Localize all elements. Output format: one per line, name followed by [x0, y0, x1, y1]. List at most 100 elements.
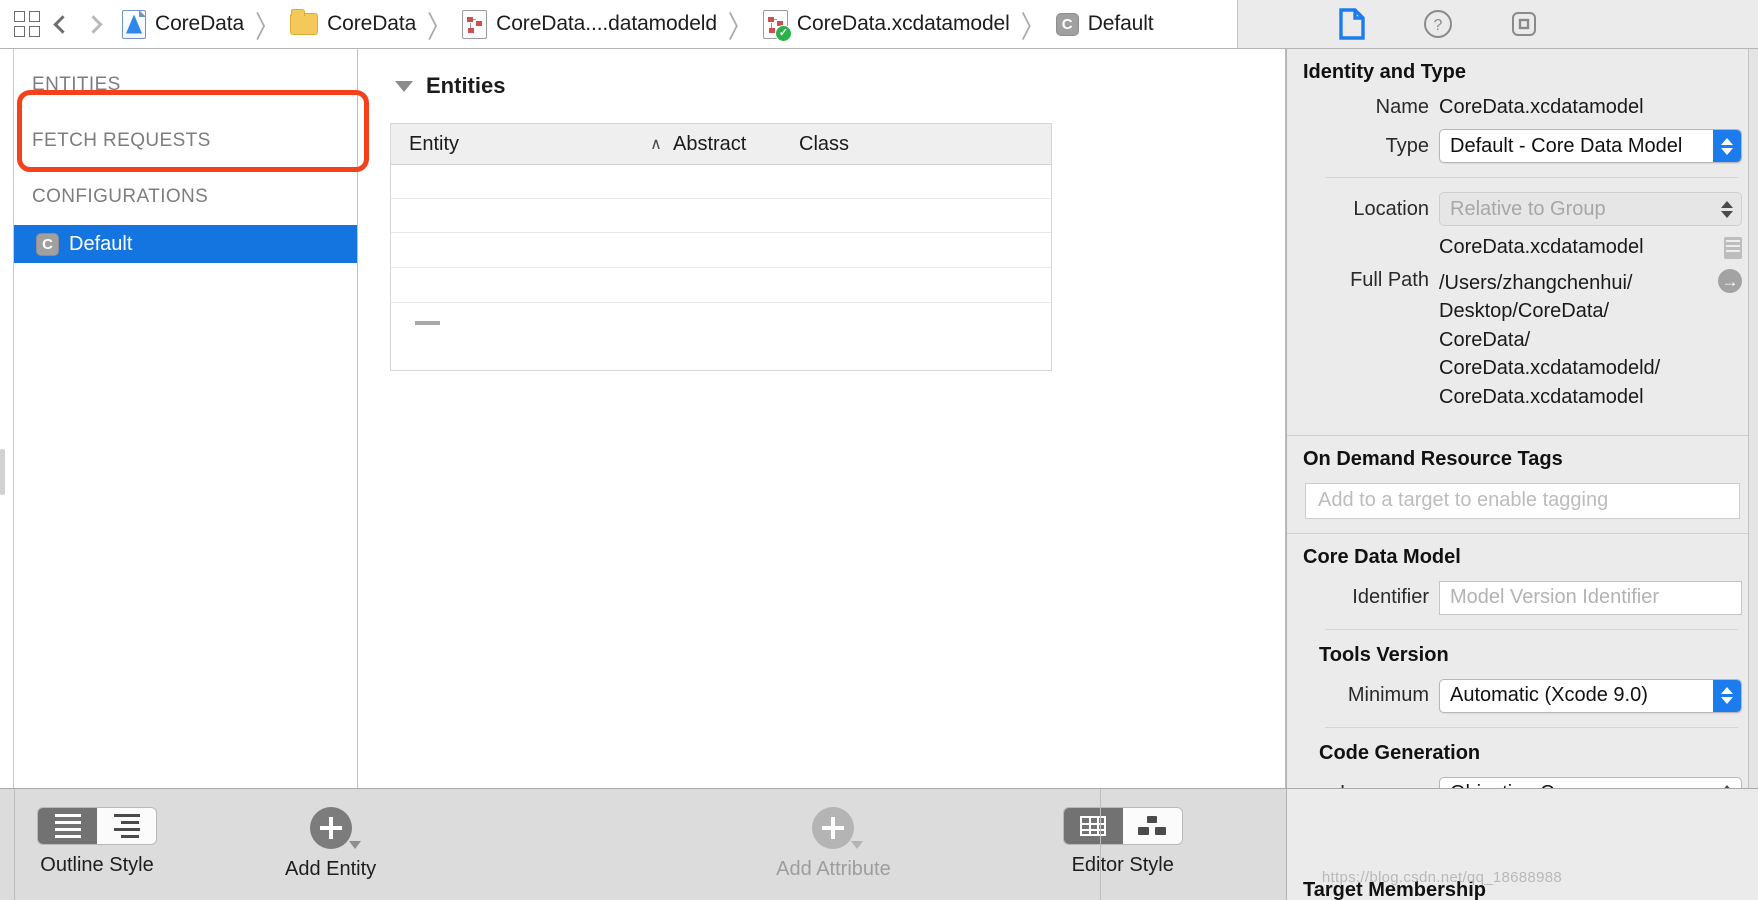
field-label: Identifier	[1352, 586, 1429, 609]
type-popup-button[interactable]: Default - Core Data Model	[1439, 129, 1742, 163]
folder-icon	[290, 9, 319, 35]
breadcrumb-item-project[interactable]: CoreData	[122, 9, 244, 39]
navigator-resize-handle[interactable]	[0, 449, 5, 495]
back-chevron-icon[interactable]	[53, 14, 72, 34]
sidebar-section-fetch-requests[interactable]: FETCH REQUESTS	[14, 113, 357, 169]
editor-style-control: Editor Style	[1062, 789, 1183, 877]
chevron-down-icon	[851, 841, 864, 849]
jump-bar: CoreData 〉 CoreData 〉 CoreData....datamo…	[0, 0, 1238, 48]
breadcrumb-item-datamodeld[interactable]: CoreData....datamodeld	[462, 9, 717, 39]
add-attribute-label: Add Attribute	[776, 858, 891, 880]
entities-title: Entities	[426, 73, 506, 98]
inspector-toolbar: ?	[1238, 0, 1758, 48]
table-row[interactable]	[391, 233, 1051, 268]
add-attribute-button	[812, 807, 864, 849]
breadcrumb-item-xcdatamodel[interactable]: CoreData.xcdatamodel	[762, 9, 1010, 42]
navigator-edge	[0, 49, 14, 788]
add-entity-label: Add Entity	[285, 858, 377, 880]
field-type: Type Default - Core Data Model	[1303, 129, 1742, 163]
field-location: Location Relative to Group	[1303, 192, 1742, 226]
editor-style-graph-option[interactable]	[1122, 808, 1182, 844]
datamodel-file-checked-icon	[762, 9, 792, 42]
outline-style-flat-option[interactable]	[38, 808, 97, 844]
app-project-icon	[122, 9, 146, 39]
outline-style-segmented-control[interactable]	[37, 807, 157, 845]
outline-flat-icon	[54, 814, 81, 838]
field-file-name: CoreData.xcdatamodel	[1303, 236, 1742, 259]
plus-circle-icon[interactable]	[309, 807, 352, 849]
field-value: CoreData.xcdatamodel	[1439, 96, 1644, 118]
grid-icon[interactable]	[14, 11, 40, 37]
stepper-icon[interactable]	[1713, 778, 1741, 788]
field-label: Minimum	[1347, 684, 1429, 707]
stepper-icon[interactable]	[1713, 130, 1741, 162]
subsection-title-code-generation: Code Generation	[1319, 741, 1481, 764]
editor-style-segmented-control[interactable]	[1062, 807, 1183, 845]
divider	[1325, 177, 1738, 178]
editor-style-table-option[interactable]	[1063, 808, 1123, 844]
breadcrumb-separator: 〉	[427, 10, 452, 45]
disclosure-triangle-icon[interactable]	[395, 80, 413, 92]
stepper-icon[interactable]	[1713, 193, 1741, 225]
minimum-tools-version-popup[interactable]: Automatic (Xcode 9.0)	[1439, 678, 1742, 713]
plus-circle-icon	[812, 807, 855, 849]
breadcrumb-label: Default	[1087, 12, 1154, 35]
table-row[interactable]	[391, 268, 1051, 303]
choose-file-icon[interactable]	[1724, 236, 1742, 259]
language-popup[interactable]: Objective-C	[1439, 776, 1742, 788]
add-entity-button[interactable]	[309, 807, 361, 849]
file-inspector-panel: Identity and Type Name CoreData.xcdatamo…	[1286, 49, 1758, 788]
configuration-icon: C	[36, 232, 59, 256]
popup-value: Default - Core Data Model	[1450, 134, 1683, 157]
column-header-class[interactable]: Class	[783, 133, 893, 156]
editor-style-label: Editor Style	[1071, 854, 1174, 876]
show-inspector-icon[interactable]	[1507, 7, 1541, 41]
inspector-section-on-demand-resource-tags: On Demand Resource Tags Add to a target …	[1287, 436, 1758, 534]
field-language: Language Objective-C	[1303, 776, 1742, 788]
field-identifier: Identifier Model Version Identifier	[1303, 580, 1742, 615]
sort-ascending-icon[interactable]: ∧	[639, 134, 673, 154]
quick-help-icon[interactable]: ?	[1421, 7, 1455, 41]
sidebar-item-default-configuration[interactable]: C Default	[14, 225, 357, 263]
graph-editor-icon	[1138, 816, 1167, 836]
entities-editor: Entities Entity ∧ Abstract Class	[358, 49, 1286, 788]
editor-bottom-bar: Outline Style Add Entity Add Attribute E…	[0, 788, 1758, 900]
inspector-outer-scrollbar[interactable]	[1748, 49, 1758, 788]
stepper-icon[interactable]	[1713, 679, 1741, 712]
sidebar-section-entities[interactable]: ENTITIES	[14, 57, 357, 113]
section-title: Core Data Model	[1303, 545, 1461, 568]
chevron-down-icon[interactable]	[348, 841, 361, 849]
table-row[interactable]	[391, 199, 1051, 233]
entities-section-header[interactable]: Entities	[390, 73, 1255, 99]
column-header-entity[interactable]: Entity	[391, 133, 639, 156]
breadcrumb-separator: 〉	[1020, 10, 1045, 45]
file-inspector-icon[interactable]	[1335, 7, 1369, 41]
outline-style-tree-option[interactable]	[97, 808, 156, 844]
toolbar: CoreData 〉 CoreData 〉 CoreData....datamo…	[0, 0, 1758, 49]
breadcrumb: CoreData 〉 CoreData 〉 CoreData....datamo…	[122, 7, 1237, 45]
file-name-value: CoreData.xcdatamodel	[1439, 236, 1644, 258]
navigation-arrows	[53, 14, 103, 34]
field-label: Type	[1385, 134, 1429, 157]
inspector-section-core-data-model: Core Data Model Identifier Model Version…	[1287, 534, 1758, 788]
breadcrumb-label: CoreData....datamodeld	[496, 12, 717, 35]
sidebar-section-configurations[interactable]: CONFIGURATIONS	[14, 169, 357, 225]
popup-value: Automatic (Xcode 9.0)	[1450, 684, 1648, 707]
column-header-abstract[interactable]: Abstract	[673, 133, 783, 156]
divider	[1325, 628, 1738, 630]
breadcrumb-item-folder[interactable]: CoreData	[290, 9, 416, 36]
breadcrumb-separator: 〉	[255, 10, 280, 45]
breadcrumb-item-default[interactable]: C Default	[1055, 12, 1154, 36]
location-popup-button[interactable]: Relative to Group	[1439, 192, 1742, 226]
reveal-in-finder-icon[interactable]: →	[1718, 269, 1742, 293]
watermark: https://blog.csdn.net/qq_18688988	[1321, 869, 1562, 886]
table-row[interactable]	[391, 165, 1051, 199]
identifier-input[interactable]: Model Version Identifier	[1439, 580, 1742, 615]
forward-chevron-icon[interactable]	[84, 14, 103, 34]
divider	[1325, 726, 1738, 728]
empty-placeholder-dash-icon	[415, 321, 440, 325]
main-content: ENTITIES FETCH REQUESTS CONFIGURATIONS C…	[0, 49, 1758, 788]
resource-tags-input[interactable]: Add to a target to enable tagging	[1305, 482, 1740, 519]
svg-text:?: ?	[1434, 17, 1443, 34]
model-outline-sidebar: ENTITIES FETCH REQUESTS CONFIGURATIONS C…	[14, 49, 369, 788]
